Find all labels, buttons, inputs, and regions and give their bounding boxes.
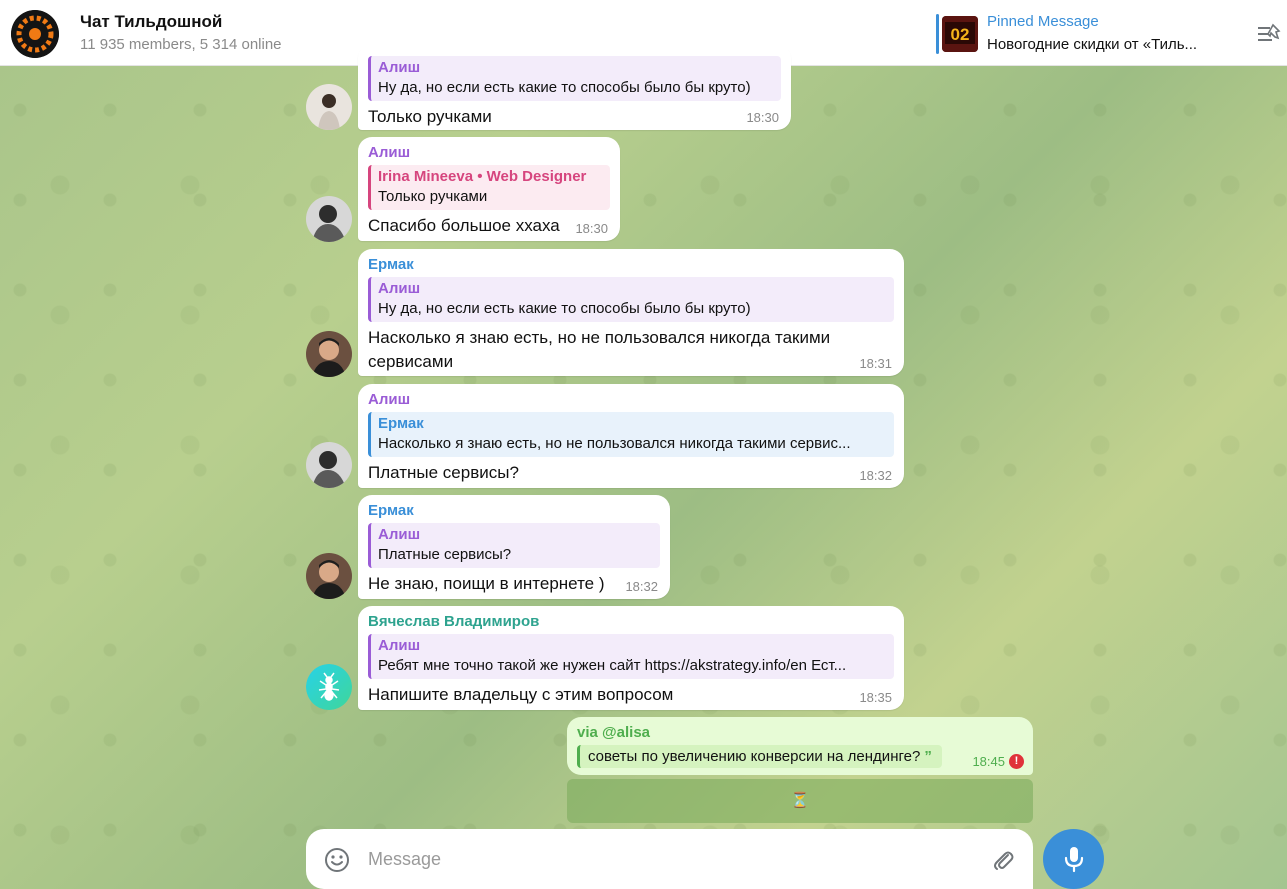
chat-title[interactable]: Чат Тильдошной (80, 12, 222, 32)
send-error-icon[interactable]: ! (1009, 754, 1024, 769)
own-message-bubble[interactable]: via @alisa советы по увеличению конверси… (567, 717, 1033, 775)
avatar[interactable] (306, 553, 352, 599)
avatar[interactable] (306, 442, 352, 488)
microphone-icon (1064, 847, 1083, 873)
reply-sender-name: Ермак (378, 415, 424, 432)
message-time: 18:32 (625, 579, 658, 594)
message-time: 18:30 (575, 221, 608, 236)
reply-sender-name: Алиш (378, 280, 421, 297)
message-input[interactable] (368, 843, 968, 875)
reply-preview[interactable]: Алиш Ребят мне точно такой же нужен сайт… (368, 634, 894, 679)
reply-sender-name: Irina Mineeva • Web Designer (378, 168, 587, 185)
sender-name[interactable]: Ермак (368, 255, 894, 275)
quote-text: советы по увеличению конверсии на лендин… (588, 748, 921, 765)
pinned-thumb-text: 02 (951, 25, 970, 44)
inline-quote: советы по увеличению конверсии на лендин… (577, 745, 942, 768)
pinned-list-icon[interactable] (1256, 22, 1282, 46)
sender-name[interactable]: Алиш (368, 390, 894, 410)
message-time: 18:35 (859, 690, 892, 705)
via-bot-label[interactable]: via @alisa (577, 723, 1023, 743)
avatar[interactable] (306, 331, 352, 377)
avatar[interactable] (306, 664, 352, 710)
reply-text: Ребят мне точно такой же нужен сайт http… (378, 657, 847, 674)
chat-member-count: 11 935 members, 5 314 online (80, 36, 282, 53)
message-bubble[interactable]: Ермак Алиш Ну да, но если есть какие то … (358, 249, 904, 376)
quote-mark-icon: ” (924, 748, 932, 765)
emoji-icon[interactable] (324, 847, 350, 873)
reply-sender-name: Алиш (378, 526, 421, 543)
message-time: 18:31 (859, 356, 892, 371)
pinned-indicator (936, 14, 939, 54)
message-text: Напишите владельцу с этим вопросом (368, 685, 674, 704)
message-text: Насколько я знаю есть, но не пользовался… (368, 328, 831, 371)
reply-preview[interactable]: Алиш Ну да, но если есть какие то способ… (368, 56, 781, 101)
message-bubble[interactable]: Вячеслав Владимиров Алиш Ребят мне точно… (358, 606, 904, 710)
message-time: 18:30 (746, 110, 779, 125)
reply-preview[interactable]: Irina Mineeva • Web Designer Только ручк… (368, 165, 610, 210)
message-time: 18:45 (972, 754, 1005, 769)
message-text: Спасибо большое ххаха (368, 216, 560, 235)
pinned-thumbnail[interactable]: 02 (942, 16, 978, 52)
reply-sender-name: Алиш (378, 59, 421, 76)
sender-name[interactable]: Вячеслав Владимиров (368, 612, 894, 632)
hourglass-icon: ⏳ (790, 792, 810, 809)
reply-text: Ну да, но если есть какие то способы был… (378, 300, 751, 317)
reply-text: Насколько я знаю есть, но не пользовался… (378, 435, 851, 452)
message-text: Только ручками (368, 107, 492, 126)
reply-preview[interactable]: Алиш Ну да, но если есть какие то способ… (368, 277, 894, 322)
microphone-button[interactable] (1043, 829, 1104, 889)
message-bubble[interactable]: Алиш Irina Mineeva • Web Designer Только… (358, 137, 620, 241)
reply-preview[interactable]: Ермак Насколько я знаю есть, но не польз… (368, 412, 894, 457)
message-text: Не знаю, поищи в интернете ) (368, 574, 605, 593)
message-bubble[interactable]: Ермак Алиш Платные сервисы? Не знаю, пои… (358, 495, 670, 599)
avatar[interactable] (306, 196, 352, 242)
sender-name[interactable]: Ермак (368, 501, 660, 521)
message-composer (306, 829, 1033, 889)
pinned-message-text[interactable]: Новогодние скидки от «Тиль... (987, 36, 1197, 53)
message-text: Платные сервисы? (368, 463, 519, 482)
paperclip-icon[interactable] (990, 847, 1016, 873)
reply-preview[interactable]: Алиш Платные сервисы? (368, 523, 660, 568)
reply-text: Ну да, но если есть какие то способы был… (378, 79, 751, 96)
message-bubble[interactable]: Алиш Ермак Насколько я знаю есть, но не … (358, 384, 904, 488)
chat-avatar[interactable] (11, 10, 59, 58)
message-time: 18:32 (859, 468, 892, 483)
reply-text: Только ручками (378, 188, 488, 205)
reply-text: Платные сервисы? (378, 546, 512, 563)
sender-name[interactable]: Алиш (368, 143, 610, 163)
reply-sender-name: Алиш (378, 637, 421, 654)
message-bubble[interactable]: Алиш Ну да, но если есть какие то способ… (358, 44, 791, 130)
avatar[interactable] (306, 84, 352, 130)
pinned-message-label[interactable]: Pinned Message (987, 13, 1099, 30)
pending-send-indicator: ⏳ (567, 779, 1033, 823)
